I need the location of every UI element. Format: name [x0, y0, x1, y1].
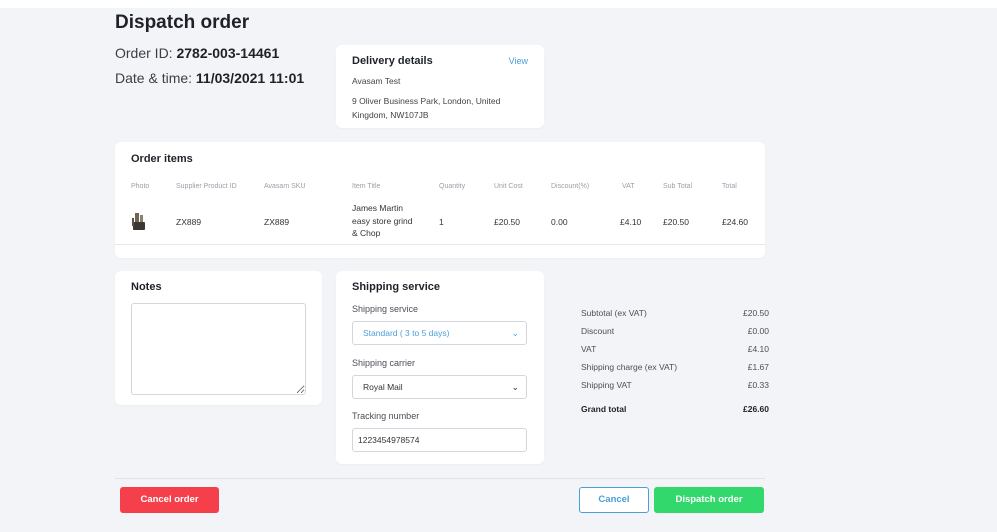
shipping-charge-value: £1.67: [747, 362, 769, 372]
cell-supplier-product-id: ZX889: [176, 217, 202, 227]
delivery-view-link[interactable]: View: [509, 56, 528, 66]
cell-discount: 0.00: [551, 217, 568, 227]
shipping-charge-label: Shipping charge (ex VAT): [581, 362, 678, 372]
cancel-order-button[interactable]: Cancel order: [120, 487, 219, 513]
delivery-details-title: Delivery details: [352, 55, 433, 67]
cell-total: £24.60: [722, 217, 748, 227]
delivery-address: 9 Oliver Business Park, London, United K…: [352, 96, 501, 120]
discount-label: Discount: [581, 326, 615, 336]
grand-total-value: £26.60: [743, 404, 769, 414]
datetime-label: Date & time:: [115, 70, 196, 86]
order-id-value: 2782-003-14461: [176, 45, 280, 61]
dispatch-order-button[interactable]: Dispatch order: [654, 487, 764, 513]
cell-sub-total: £20.50: [663, 217, 689, 227]
cell-sku: ZX889: [264, 217, 290, 227]
cell-vat: £4.10: [620, 217, 642, 227]
notes-card: Notes: [115, 271, 322, 405]
column-header-sku: Avasam SKU: [264, 183, 306, 190]
grand-total-label: Grand total: [581, 404, 627, 414]
footer-divider: [115, 478, 765, 479]
shipping-vat-value: £0.33: [747, 380, 769, 390]
subtotal-label: Subtotal (ex VAT): [581, 308, 647, 318]
shipping-service-card: Shipping service Shipping service Standa…: [336, 271, 544, 464]
subtotal-value: £20.50: [743, 308, 769, 318]
shipping-service-label: Shipping service: [352, 304, 419, 314]
shipping-carrier-label: Shipping carrier: [352, 358, 416, 368]
shipping-vat-label: Shipping VAT: [581, 380, 632, 390]
cell-unit-cost: £20.50: [494, 217, 520, 227]
order-id-line: Order ID: 2782-003-14461: [115, 45, 279, 61]
column-header-photo: Photo: [131, 183, 150, 190]
page-title: Dispatch order: [115, 12, 250, 33]
blender-product-icon: [132, 213, 145, 230]
shipping-service-value: Standard ( 3 to 5 days): [363, 328, 450, 338]
column-header-discount: Discount(%): [551, 183, 590, 190]
column-header-unit-cost: Unit Cost: [494, 183, 523, 190]
shipping-carrier-select[interactable]: Royal Mail ⌄: [352, 375, 527, 399]
vat-value: £4.10: [747, 344, 769, 354]
tracking-number-input[interactable]: 1223454978574: [352, 428, 527, 452]
chevron-down-icon: ⌄: [511, 328, 519, 338]
shipping-service-select[interactable]: Standard ( 3 to 5 days) ⌄: [352, 321, 527, 345]
notes-textarea[interactable]: [131, 303, 306, 395]
shipping-carrier-value: Royal Mail: [363, 382, 403, 392]
cell-item-title: James Martin easy store grind & Chop: [352, 203, 413, 238]
notes-title: Notes: [131, 281, 162, 293]
discount-value: £0.00: [747, 326, 769, 336]
delivery-name: Avasam Test: [352, 76, 401, 86]
cell-quantity: 1: [439, 217, 444, 227]
cancel-button[interactable]: Cancel: [579, 487, 649, 513]
datetime-value: 11/03/2021 11:01: [195, 70, 305, 86]
vat-label: VAT: [581, 344, 597, 354]
order-items-title: Order items: [131, 153, 193, 165]
column-header-item-title: Item Title: [352, 183, 381, 190]
chevron-down-icon: ⌄: [511, 382, 519, 392]
column-header-vat: VAT: [622, 183, 635, 190]
top-strip: [0, 0, 997, 8]
column-header-total: Total: [722, 183, 737, 190]
column-header-quantity: Quantity: [439, 183, 466, 190]
datetime-line: Date & time: 11/03/2021 11:01: [115, 70, 304, 86]
shipping-service-title: Shipping service: [352, 281, 441, 293]
column-header-sub-total: Sub Total: [663, 183, 693, 190]
tracking-number-label: Tracking number: [352, 411, 420, 421]
column-header-supplier-product-id: Supplier Product ID: [176, 183, 237, 190]
order-id-label: Order ID:: [115, 45, 177, 61]
delivery-details-card: Delivery details View Avasam Test 9 Oliv…: [336, 45, 544, 128]
